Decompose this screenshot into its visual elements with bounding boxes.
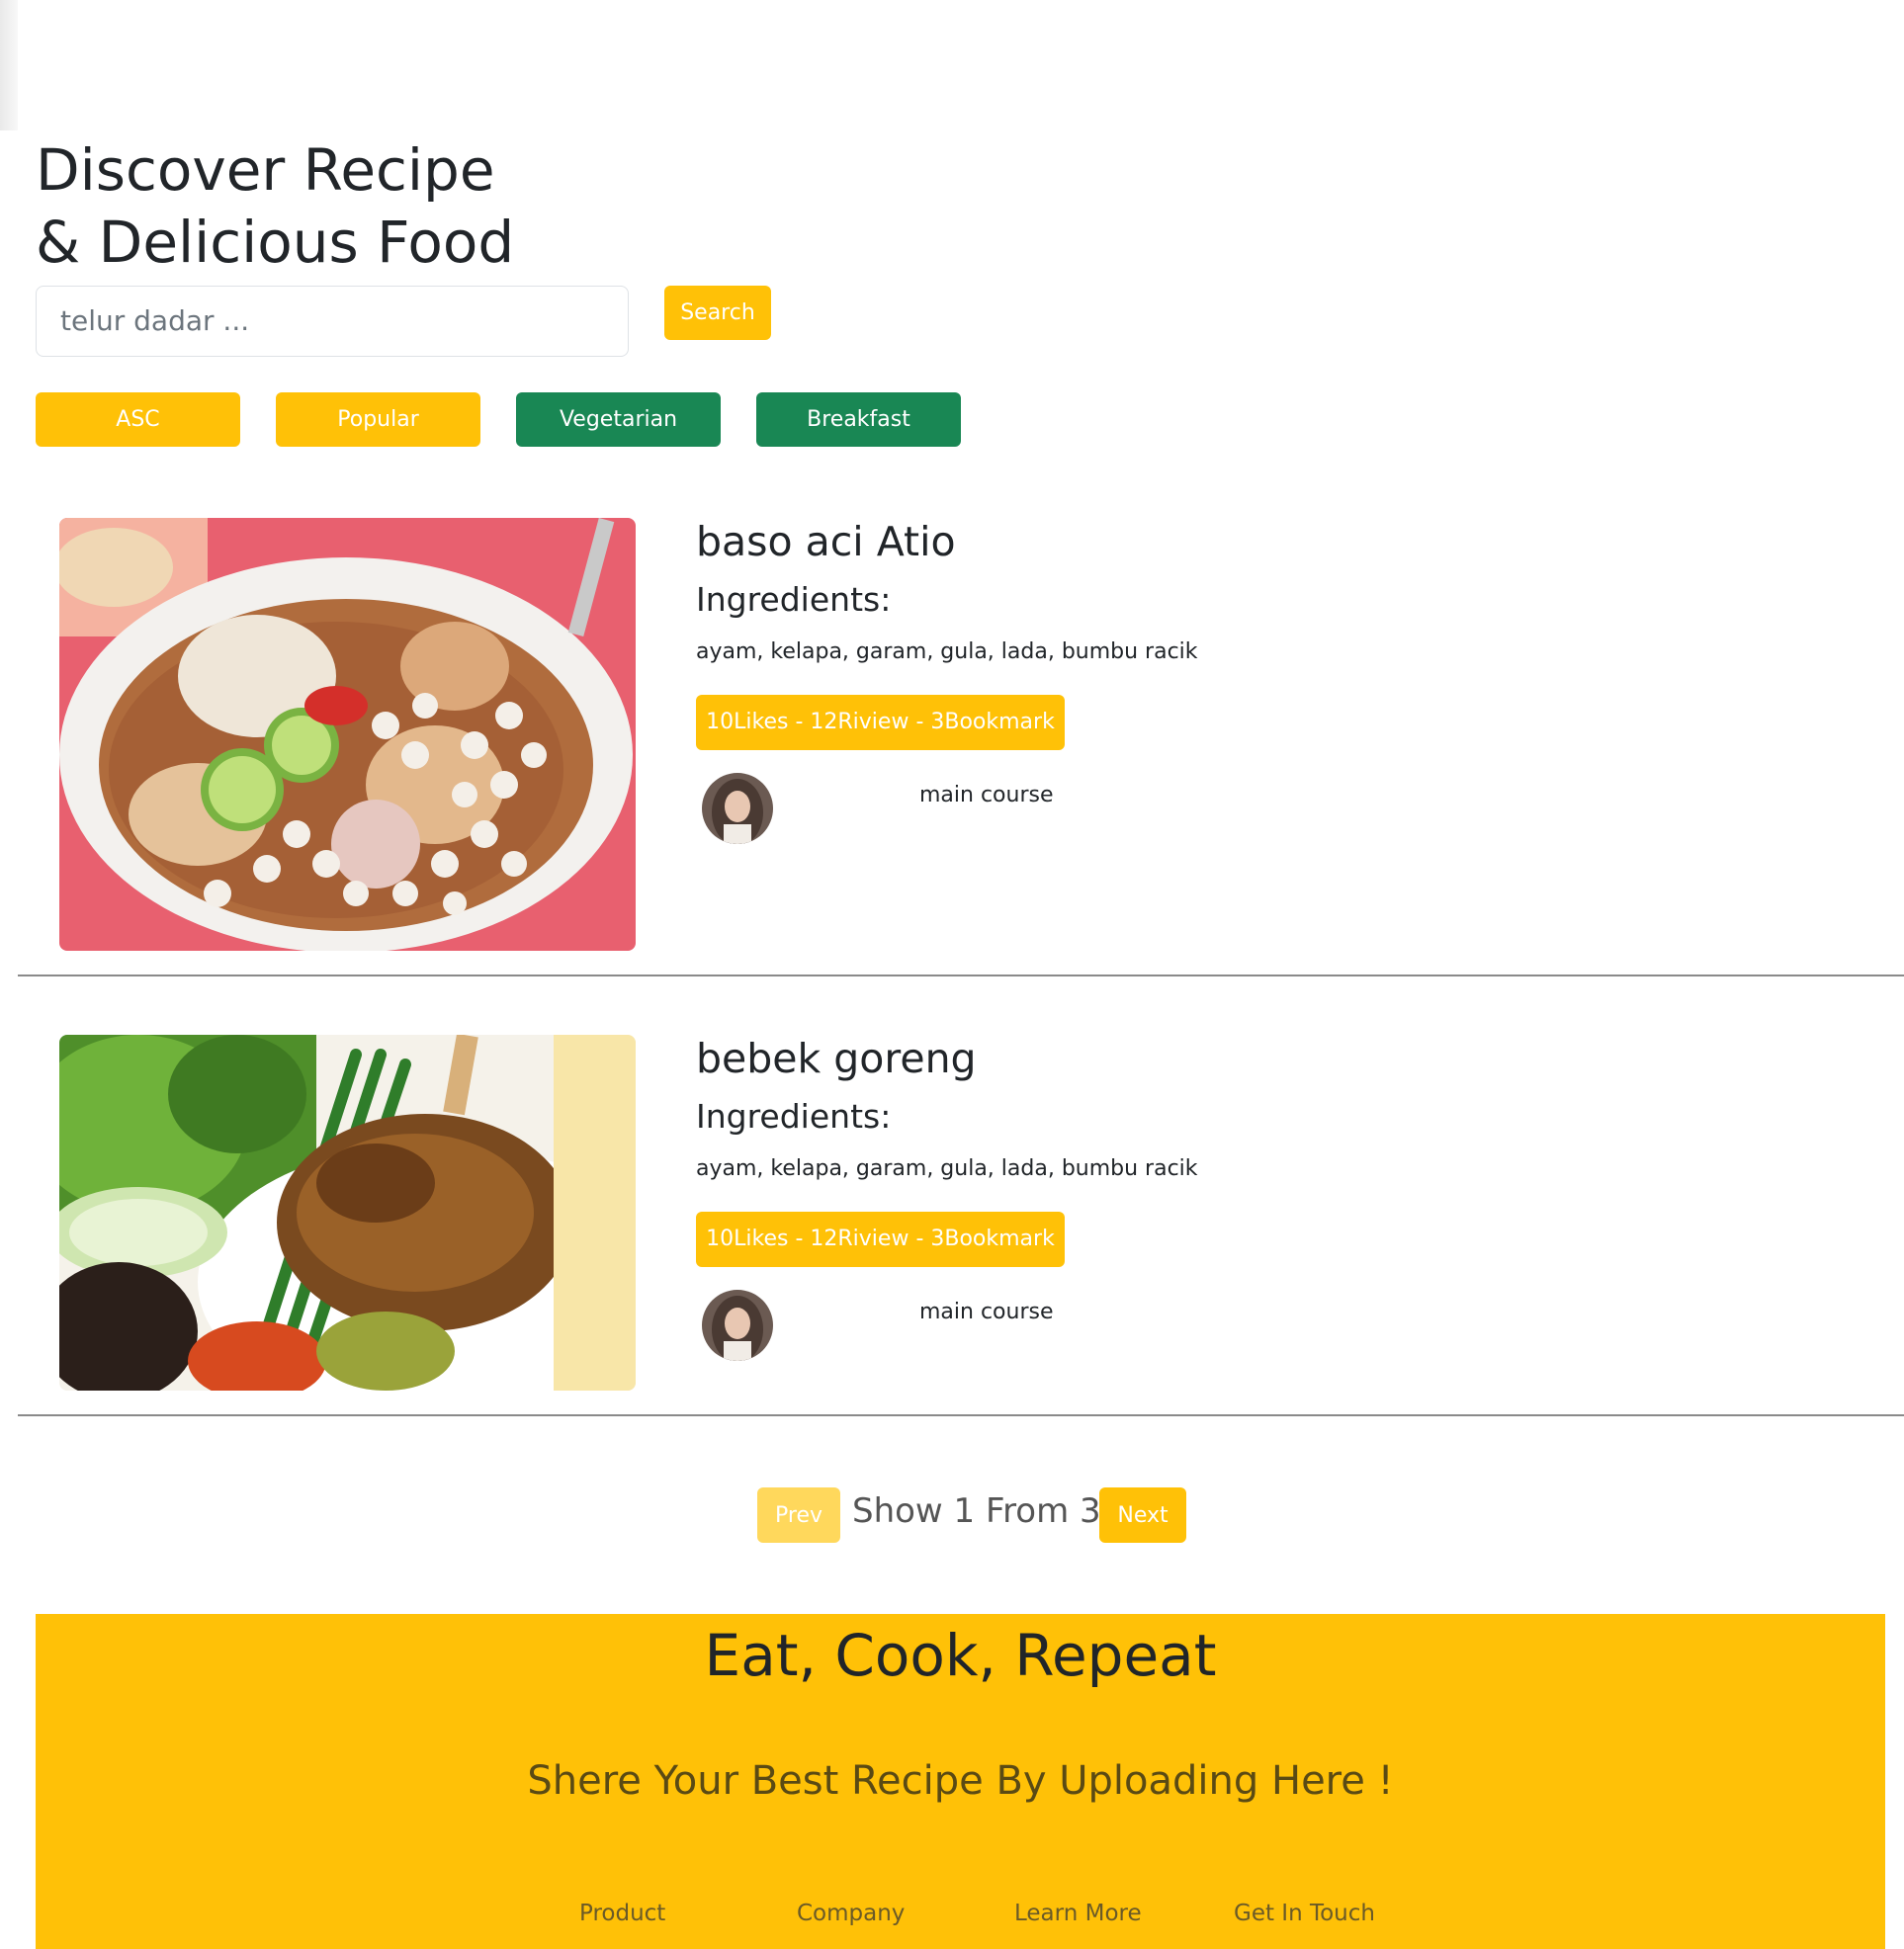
footer-title: Eat, Cook, Repeat <box>704 1622 1217 1689</box>
recipe-image[interactable] <box>59 1035 636 1391</box>
ingredients-text: ayam, kelapa, garam, gula, lada, bumbu r… <box>696 1156 1198 1181</box>
footer: Eat, Cook, Repeat Shere Your Best Recipe… <box>36 1614 1885 1949</box>
recipe-stats-badge[interactable]: 10Likes - 12Riview - 3Bookmark <box>696 1212 1065 1267</box>
author-avatar[interactable] <box>702 1290 773 1361</box>
recipe-image[interactable] <box>59 518 636 951</box>
page: Discover Recipe & Delicious Food telur d… <box>0 0 1904 1949</box>
ingredients-heading: Ingredients: <box>696 580 892 619</box>
footer-subtitle: Shere Your Best Recipe By Uploading Here… <box>527 1758 1394 1804</box>
recipe-category: main course <box>919 783 1054 807</box>
card-divider <box>18 1414 1904 1416</box>
avatar-photo <box>702 773 773 844</box>
footer-link-get-in-touch[interactable]: Get In Touch <box>1234 1901 1375 1926</box>
filter-asc-button[interactable]: ASC <box>36 392 240 447</box>
search-input[interactable]: telur dadar ... <box>36 286 629 357</box>
author-avatar[interactable] <box>702 773 773 844</box>
next-page-button[interactable]: Next <box>1099 1487 1186 1543</box>
recipe-title[interactable]: baso aci Atio <box>696 518 956 565</box>
baso-aci-photo <box>59 518 636 951</box>
prev-page-button[interactable]: Prev <box>757 1487 840 1543</box>
recipe-card[interactable]: baso aci Atio Ingredients: ayam, kelapa,… <box>18 518 1904 978</box>
filter-popular-button[interactable]: Popular <box>276 392 480 447</box>
avatar-photo <box>702 1290 773 1361</box>
footer-link-company[interactable]: Company <box>797 1901 905 1926</box>
filter-breakfast-button[interactable]: Breakfast <box>756 392 961 447</box>
page-title: Discover Recipe & Delicious Food <box>36 134 514 279</box>
filter-vegetarian-button[interactable]: Vegetarian <box>516 392 721 447</box>
footer-link-product[interactable]: Product <box>579 1901 665 1926</box>
sidebar-edge-shadow <box>0 0 18 130</box>
recipe-stats-badge[interactable]: 10Likes - 12Riview - 3Bookmark <box>696 695 1065 750</box>
recipe-card[interactable]: bebek goreng Ingredients: ayam, kelapa, … <box>18 1035 1904 1418</box>
card-divider <box>18 974 1904 976</box>
recipe-category: main course <box>919 1300 1054 1324</box>
ingredients-heading: Ingredients: <box>696 1097 892 1136</box>
page-title-line-2: & Delicious Food <box>36 209 515 276</box>
bebek-goreng-photo <box>59 1035 636 1391</box>
page-title-line-1: Discover Recipe <box>36 136 495 204</box>
ingredients-text: ayam, kelapa, garam, gula, lada, bumbu r… <box>696 639 1198 664</box>
footer-link-learn-more[interactable]: Learn More <box>1014 1901 1142 1926</box>
recipe-title[interactable]: bebek goreng <box>696 1035 977 1082</box>
search-button[interactable]: Search <box>664 286 771 340</box>
pagination-status: Show 1 From 3 <box>852 1491 1101 1531</box>
pagination: Prev Show 1 From 3 Next <box>0 1487 1904 1545</box>
